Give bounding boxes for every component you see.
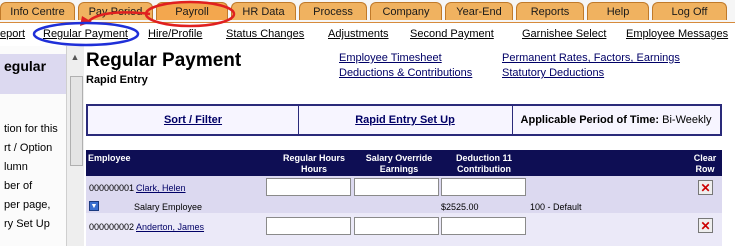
help-line: lumn [4,161,28,173]
deduction-11-input[interactable] [441,217,526,235]
col-hours-line2: Hours [300,164,327,174]
tab-payroll[interactable]: Payroll [156,2,228,20]
col-clear-row: Clear Row [690,153,720,175]
sort-filter-button[interactable]: Sort / Filter [88,106,299,134]
subnav-hire-profile[interactable]: Hire/Profile [148,28,202,40]
subnav-report[interactable]: eport [0,28,25,40]
action-bar: Sort / Filter Rapid Entry Set Up Applica… [86,104,722,136]
regular-hours-input[interactable] [266,178,351,196]
subnav-regular-payment[interactable]: Regular Payment [43,28,128,40]
tab-label: Pay Period [88,6,143,18]
page-subtitle: Rapid Entry [86,74,148,86]
tab-process[interactable]: Process [299,2,367,20]
subnav-garnishee-select[interactable]: Garnishee Select [522,28,606,40]
left-panel-title: egular [4,58,47,74]
salary-override-input[interactable] [354,178,439,196]
vertical-scrollbar[interactable]: ▲ [66,46,84,246]
employee-id: 000000002 [89,222,135,232]
left-help-panel: egular tion for this rt / Option lumn be… [0,46,66,246]
help-line: rt / Option [4,142,53,154]
close-icon[interactable]: ✕ [698,180,713,195]
period-value: Bi-Weekly [662,114,712,126]
main-content: Regular Payment Rapid Entry Employee Tim… [84,46,735,246]
tab-help[interactable]: Help [587,2,649,20]
tab-pay-period[interactable]: Pay Period [78,2,153,20]
employee-id: 000000001 [89,183,135,193]
tab-label: Payroll [175,6,209,18]
expand-icon[interactable]: ▼ [89,201,99,211]
tab-label: HR Data [242,6,285,18]
default-code: 100 - Default [530,202,582,212]
employee-name-link[interactable]: Anderton, James [136,222,204,232]
link-statutory-deductions[interactable]: Statutory Deductions [502,67,604,79]
tab-label: Log Off [671,6,708,18]
left-panel-description: tion for this rt / Option lumn ber of pe… [4,120,58,234]
arrow-up-icon[interactable]: ▲ [69,52,81,62]
table-row: 000000002 Anderton, James ✕ [86,213,722,246]
tab-label: Year-End [456,6,502,18]
close-icon[interactable]: ✕ [698,218,713,233]
employee-name-link[interactable]: Clark, Helen [136,183,186,193]
col-employee: Employee [88,153,131,163]
col-regular-hours: Regular Hours Hours [272,153,356,175]
subnav-employee-messages[interactable]: Employee Messages [626,28,728,40]
subnav-second-payment[interactable]: Second Payment [410,28,494,40]
deduction-11-input[interactable] [441,178,526,196]
employee-type: Salary Employee [134,202,203,212]
table-header: Employee Regular Hours Hours Salary Over… [86,150,722,176]
page-title: Regular Payment [86,50,242,71]
tab-log-off[interactable]: Log Off [652,2,727,20]
period-label: Applicable Period of Time: [520,114,660,126]
subnav-adjustments[interactable]: Adjustments [328,28,389,40]
tab-label: Info Centre [10,6,65,18]
help-line: per page, [4,199,51,211]
col-ded-line2: Contribution [457,164,511,174]
col-ded-line1: Deduction 11 [455,153,512,163]
salary-amount: $2525.00 [441,202,479,212]
salary-override-input[interactable] [354,217,439,235]
sub-navigation: eport Regular Payment Hire/Profile Statu… [0,22,735,45]
help-line: ber of [4,180,33,192]
tab-info-centre[interactable]: Info Centre [0,2,75,20]
help-line: tion for this [4,123,58,135]
scrollbar-thumb[interactable] [70,76,83,166]
col-salary-line2: Earnings [379,164,419,174]
top-tab-bar: Info Centre Pay Period Payroll HR Data P… [0,0,735,22]
tab-label: Help [606,6,630,18]
applicable-period: Applicable Period of Time: Bi-Weekly [512,106,720,134]
tab-label: Reports [530,6,570,18]
col-clear-line1: Clear [693,153,717,163]
regular-hours-input[interactable] [266,217,351,235]
subnav-status-changes[interactable]: Status Changes [226,28,304,40]
rapid-entry-setup-button[interactable]: Rapid Entry Set Up [298,106,513,134]
tab-hr-data[interactable]: HR Data [231,2,296,20]
link-deductions-contributions[interactable]: Deductions & Contributions [339,67,472,79]
link-permanent-rates[interactable]: Permanent Rates, Factors, Earnings [502,52,680,64]
col-salary-line1: Salary Override [365,153,433,163]
tab-company[interactable]: Company [370,2,442,20]
tab-label: Company [382,6,430,18]
tab-label: Process [313,6,353,18]
tab-year-end[interactable]: Year-End [445,2,513,20]
table-row: 000000001 Clark, Helen ✕ ▼ Salary Employ… [86,176,722,213]
col-clear-line2: Row [695,164,715,174]
link-employee-timesheet[interactable]: Employee Timesheet [339,52,442,64]
col-hours-line1: Regular Hours [282,153,345,163]
col-salary-override: Salary Override Earnings [356,153,442,175]
tab-reports[interactable]: Reports [516,2,584,20]
help-line: ry Set Up [4,218,50,230]
col-deduction-11: Deduction 11 Contribution [442,153,526,175]
